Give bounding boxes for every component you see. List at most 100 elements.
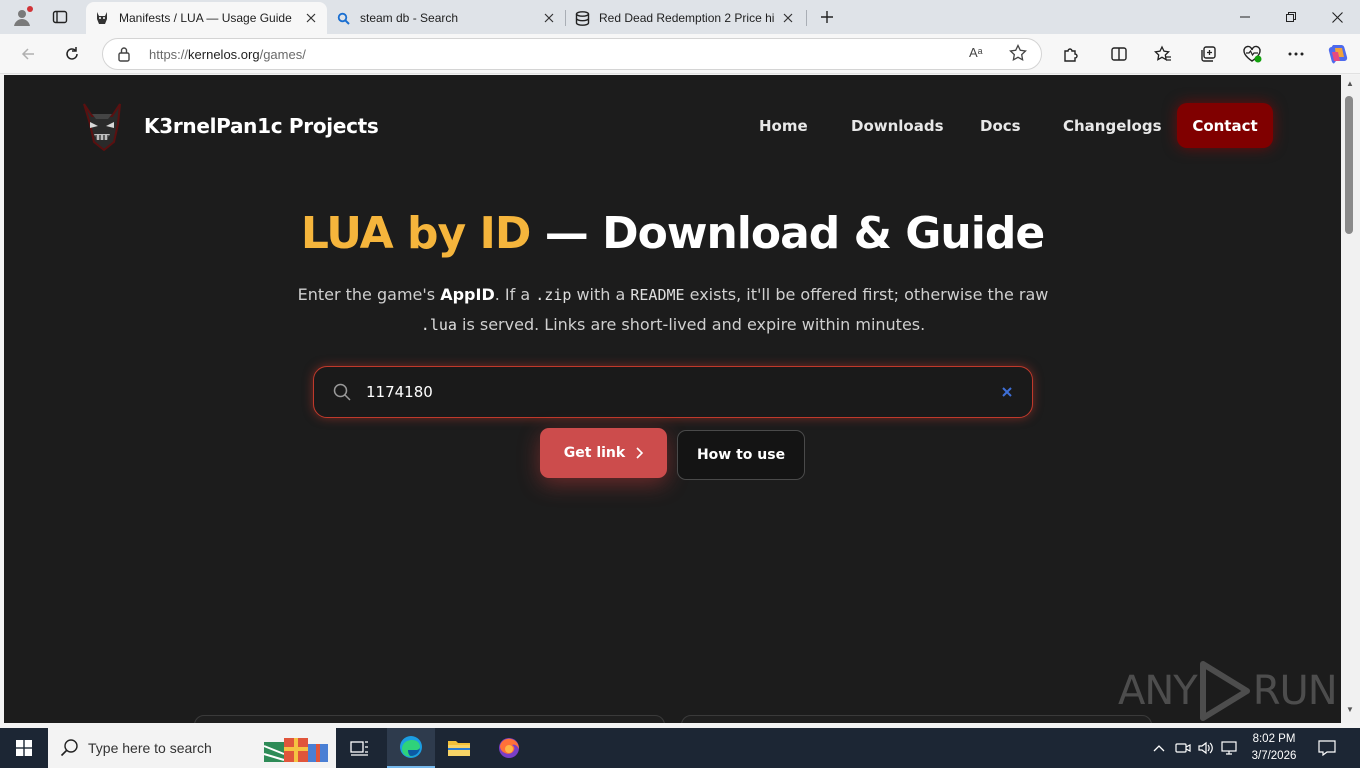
folder-icon [448, 741, 470, 756]
close-tab-icon[interactable] [541, 10, 557, 26]
notifications-icon[interactable] [1318, 739, 1336, 757]
desc-text: . If a [494, 285, 536, 304]
collections-icon [1201, 46, 1216, 62]
taskbar-edge[interactable] [387, 728, 435, 768]
start-button[interactable] [0, 728, 48, 768]
network-icon[interactable] [1221, 739, 1239, 757]
edge-icon [400, 736, 422, 758]
desc-text: exists, it'll be offered first; otherwis… [684, 285, 1049, 304]
scroll-up-arrow-icon[interactable]: ▲ [1346, 79, 1354, 88]
page-title: LUA by ID — Download & Guide [4, 208, 1341, 259]
page-scrollbar[interactable]: ▲ ▼ [1341, 75, 1360, 723]
play-triangle-logo-icon [1199, 661, 1250, 721]
get-link-button[interactable]: Get link [540, 428, 667, 478]
appid-search-field[interactable]: 1174180 [313, 366, 1033, 418]
task-view-icon [350, 741, 368, 756]
how-to-use-button[interactable]: How to use [677, 430, 805, 480]
windows-taskbar: Type here to search 8:02 PM 3/7/2026 [0, 728, 1360, 768]
desc-text: is served. Links are short-lived and exp… [456, 315, 926, 334]
url-host: kernelos.org [188, 47, 260, 62]
nav-docs[interactable]: Docs [980, 117, 1021, 135]
gift-boxes-icon [262, 734, 332, 767]
tab-actions-button[interactable] [46, 5, 74, 29]
search-icon [60, 738, 80, 763]
demon-mask-favicon [94, 10, 110, 26]
show-hidden-icons-button[interactable] [1150, 739, 1168, 757]
content-card [194, 715, 665, 723]
favorites-button[interactable] [1148, 40, 1178, 68]
site-logo[interactable] [76, 100, 128, 152]
read-aloud-icon[interactable]: Aᵃ [969, 45, 983, 60]
heart-pulse-icon [1243, 45, 1262, 63]
minimize-icon [1240, 16, 1250, 18]
browser-essentials-button[interactable] [1237, 40, 1267, 68]
site-info-icon[interactable] [117, 46, 131, 67]
refresh-button[interactable] [57, 40, 87, 68]
desc-appid: AppID [440, 285, 495, 304]
browser-tab-bar: Manifests / LUA — Usage Guide steam db -… [0, 0, 1360, 34]
taskbar-firefox[interactable] [485, 728, 533, 768]
address-bar[interactable]: https://kernelos.org/games/ Aᵃ [102, 38, 1042, 70]
tab-rdr2-price-history[interactable]: Red Dead Redemption 2 Price his [566, 2, 804, 34]
close-tab-icon[interactable] [303, 10, 319, 26]
tab-title: steam db - Search [360, 11, 459, 25]
new-tab-button[interactable] [814, 5, 840, 29]
close-tab-icon[interactable] [780, 10, 796, 26]
minimize-button[interactable] [1222, 0, 1268, 34]
favorites-star-icon [1154, 45, 1171, 61]
collections-button[interactable] [1193, 40, 1223, 68]
url-path: /games/ [259, 47, 306, 62]
search-favicon [335, 10, 351, 26]
copilot-button[interactable] [1323, 40, 1353, 68]
restore-icon [1286, 12, 1296, 22]
scroll-thumb[interactable] [1345, 96, 1353, 234]
back-arrow-icon [21, 48, 34, 60]
volume-icon[interactable] [1197, 739, 1215, 757]
tab-title: Manifests / LUA — Usage Guide [119, 11, 292, 25]
browser-toolbar: https://kernelos.org/games/ Aᵃ [0, 34, 1360, 74]
url-scheme: https:// [149, 47, 189, 62]
windows-logo-icon [16, 740, 32, 756]
favorite-star-icon[interactable] [1009, 43, 1027, 67]
get-link-label: Get link [563, 445, 626, 461]
nav-downloads[interactable]: Downloads [851, 117, 944, 135]
taskbar-clock[interactable]: 8:02 PM 3/7/2026 [1246, 731, 1302, 765]
back-button[interactable] [13, 40, 43, 68]
meet-now-icon[interactable] [1174, 739, 1192, 757]
contact-button[interactable]: Contact [1177, 103, 1273, 148]
tab-actions-icon [52, 10, 68, 24]
appid-input-value[interactable]: 1174180 [366, 383, 433, 401]
plus-icon [821, 11, 833, 23]
nav-home[interactable]: Home [759, 117, 808, 135]
task-view-button[interactable] [336, 728, 384, 768]
close-window-button[interactable] [1314, 0, 1360, 34]
tab-steam-db-search[interactable]: steam db - Search [327, 2, 565, 34]
url-text: https://kernelos.org/games/ [149, 47, 306, 62]
desc-code-zip: .zip [535, 286, 572, 304]
taskbar-file-explorer[interactable] [435, 728, 483, 768]
tab-title: Red Dead Redemption 2 Price his [599, 11, 774, 25]
chevron-right-icon [636, 447, 644, 459]
firefox-icon [499, 738, 519, 758]
taskbar-search-box[interactable]: Type here to search [48, 728, 336, 768]
settings-more-button[interactable] [1281, 40, 1311, 68]
copilot-icon [1328, 45, 1348, 64]
nav-changelogs[interactable]: Changelogs [1063, 117, 1162, 135]
anyrun-watermark: ANY RUN [1118, 660, 1338, 722]
page-description: Enter the game's AppID. If a .zip with a… [294, 280, 1052, 340]
extensions-button[interactable] [1056, 40, 1086, 68]
tab-usage-guide[interactable]: Manifests / LUA — Usage Guide [86, 2, 327, 34]
tab-separator [806, 10, 807, 26]
search-icon [332, 382, 352, 407]
scroll-down-arrow-icon[interactable]: ▼ [1346, 705, 1354, 714]
clear-icon[interactable] [998, 383, 1016, 401]
content-card [681, 715, 1152, 723]
chevron-up-icon [1153, 745, 1165, 752]
clock-date: 3/7/2026 [1251, 750, 1297, 762]
split-screen-button[interactable] [1104, 40, 1134, 68]
site-brand[interactable]: K3rnelPan1c Projects [144, 114, 379, 138]
desc-code-readme: README [630, 286, 685, 304]
title-rest: — Download & Guide [530, 208, 1045, 259]
restore-button[interactable] [1268, 0, 1314, 34]
watermark-left: ANY [1118, 668, 1198, 714]
